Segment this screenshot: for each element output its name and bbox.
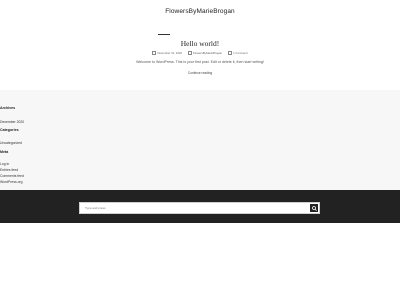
post-author-item[interactable]: FlowersByMarieBrogan: [188, 51, 223, 56]
site-title[interactable]: FlowersByMarieBrogan: [165, 8, 235, 15]
archive-link[interactable]: December 2020: [0, 120, 24, 124]
archives-heading: Archives: [0, 106, 16, 110]
continue-reading-link[interactable]: Continue reading: [0, 71, 400, 75]
site-header: FlowersByMarieBrogan: [0, 0, 400, 30]
footer-search-form: [79, 202, 320, 214]
meta-entries-feed-link[interactable]: Entries feed: [0, 168, 18, 172]
post-meta: December 31, 2020 FlowersByMarieBrogan 1…: [0, 51, 400, 56]
post-date: December 31, 2020: [157, 51, 183, 55]
meta-login-link[interactable]: Log in: [0, 162, 9, 166]
post-date-item[interactable]: December 31, 2020: [152, 51, 183, 56]
category-link[interactable]: Uncategorized: [0, 141, 22, 145]
search-icon: [311, 205, 317, 211]
title-divider: [158, 34, 170, 35]
search-input[interactable]: [83, 203, 305, 213]
comment-icon: [228, 51, 233, 56]
post-excerpt: Welcome to WordPress. This is your first…: [136, 60, 264, 64]
categories-heading: Categories: [0, 128, 19, 132]
post-comments-item[interactable]: 1 Comment: [228, 51, 248, 56]
meta-comments-feed-link[interactable]: Comments feed: [0, 174, 24, 178]
search-button[interactable]: [310, 204, 318, 212]
meta-wordpress-link[interactable]: WordPress.org: [0, 180, 23, 184]
calendar-icon: [152, 51, 157, 56]
sidebar-widgets: Archives December 2020 Categories Uncate…: [0, 90, 400, 190]
site-footer: [0, 190, 400, 223]
meta-heading: Meta: [0, 150, 9, 154]
user-icon: [188, 51, 193, 56]
post-author: FlowersByMarieBrogan: [193, 51, 223, 55]
post-title[interactable]: Hello world!: [0, 39, 400, 48]
post-article: Hello world! December 31, 2020 FlowersBy…: [0, 30, 400, 86]
post-comments: 1 Comment: [233, 51, 248, 55]
